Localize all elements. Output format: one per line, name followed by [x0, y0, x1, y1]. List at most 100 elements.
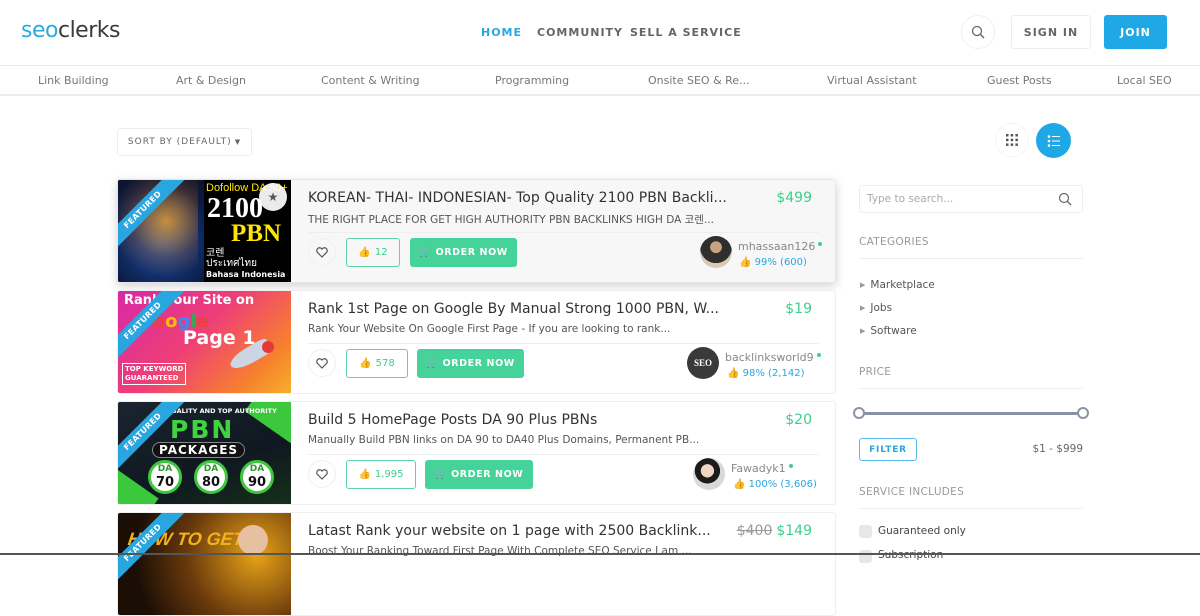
- filter-button[interactable]: FILTER: [859, 438, 917, 461]
- listing-title[interactable]: Latast Rank your website on 1 page with …: [308, 523, 711, 539]
- seller-name[interactable]: backlinksworld9: [725, 351, 821, 364]
- category-art-design[interactable]: Art & Design: [176, 74, 246, 87]
- listing-card[interactable]: Dofollow DA 50+ 2100 PBN 코렌 ประเทศไทย Ba…: [117, 179, 836, 283]
- sidebar-category-software[interactable]: ▶ Software: [860, 325, 917, 337]
- listing-card[interactable]: Rank Your Site on Google Page 1 TOP KEYW…: [117, 290, 836, 394]
- seller-rating: 👍 98% (2,142): [727, 368, 805, 379]
- thumbs-up-icon: 👍: [727, 368, 740, 379]
- order-now-button[interactable]: 🛒 ORDER NOW: [425, 460, 533, 489]
- sign-in-button[interactable]: SIGN IN: [1011, 15, 1091, 49]
- listing-title[interactable]: Rank 1st Page on Google By Manual Strong…: [308, 301, 719, 317]
- seller-avatar[interactable]: [700, 236, 732, 268]
- service-includes-heading: SERVICE INCLUDES: [859, 486, 965, 498]
- order-now-label: ORDER NOW: [451, 469, 524, 480]
- online-indicator: [788, 464, 793, 468]
- seller-rating: 👍 100% (3,606): [733, 479, 817, 490]
- join-button[interactable]: JOIN: [1104, 15, 1167, 49]
- listing-description: Manually Build PBN links on DA 90 to DA4…: [308, 434, 700, 446]
- logo[interactable]: seoclerks: [21, 18, 120, 43]
- price-range-text: $1 - $999: [1032, 443, 1083, 455]
- thumbs-up-icon: 👍: [359, 358, 372, 369]
- listing-title[interactable]: KOREAN- THAI- INDONESIAN- Top Quality 21…: [308, 190, 727, 206]
- divider: [859, 388, 1083, 389]
- thumbs-up-icon: 👍: [739, 257, 752, 268]
- guaranteed-only-checkbox[interactable]: [859, 525, 872, 538]
- thumb-text: PBN: [170, 415, 235, 444]
- site-header: seoclerks HOME COMMUNITY SELL A SERVICE …: [0, 0, 1200, 64]
- categories-heading: CATEGORIES: [859, 236, 929, 248]
- listing-title[interactable]: Build 5 HomePage Posts DA 90 Plus PBNs: [308, 412, 597, 428]
- thumb-text: Rank Your Site on: [124, 293, 255, 308]
- thumbs-up-icon: 👍: [358, 247, 371, 258]
- listing-thumbnail[interactable]: Rank Your Site on Google Page 1 TOP KEYW…: [118, 291, 291, 393]
- grid-view-button[interactable]: [995, 123, 1029, 157]
- seller-name[interactable]: mhassaan126: [738, 240, 823, 253]
- logo-clerks: clerks: [57, 18, 121, 43]
- thumbs-up-icon: 👍: [733, 479, 746, 490]
- favorite-button[interactable]: [308, 238, 336, 266]
- favorite-button[interactable]: [308, 460, 336, 488]
- order-now-button[interactable]: 🛒 ORDER NOW: [417, 349, 524, 378]
- seller-avatar[interactable]: [693, 458, 725, 490]
- price-slider-min-handle[interactable]: [853, 407, 865, 419]
- guaranteed-only-label[interactable]: Guaranteed only: [878, 525, 966, 537]
- nav-community[interactable]: COMMUNITY: [537, 26, 623, 39]
- favorite-star-button[interactable]: ★: [259, 183, 287, 211]
- chevron-right-icon: ▶: [860, 327, 866, 335]
- listing-card[interactable]: QUALITY AND TOP AUTHORITY PBN PACKAGES D…: [117, 401, 836, 505]
- listing-card[interactable]: HOW TO GET FEATURED Latast Rank your web…: [117, 512, 836, 616]
- sort-dropdown[interactable]: SORT BY (DEFAULT) ▼: [117, 128, 252, 156]
- likes-count: 1,995: [374, 469, 404, 480]
- nav-home[interactable]: HOME: [481, 26, 522, 39]
- price-slider-track[interactable]: [859, 412, 1083, 415]
- order-now-label: ORDER NOW: [435, 247, 508, 258]
- header-search-button[interactable]: [961, 15, 995, 49]
- category-virtual-assistant[interactable]: Virtual Assistant: [827, 74, 917, 87]
- category-guest-posts[interactable]: Guest Posts: [987, 74, 1052, 87]
- heart-icon: [316, 357, 328, 369]
- likes-button[interactable]: 👍 12: [346, 238, 400, 267]
- sidebar-category-marketplace[interactable]: ▶ Marketplace: [860, 279, 935, 291]
- subscription-label[interactable]: Subscription: [878, 549, 943, 561]
- listing-thumbnail[interactable]: Dofollow DA 50+ 2100 PBN 코렌 ประเทศไทย Ba…: [118, 180, 291, 282]
- subscription-checkbox[interactable]: [859, 550, 872, 563]
- listing-price: $19: [785, 301, 812, 317]
- online-indicator: [816, 353, 821, 357]
- sidebar-search: [859, 185, 1083, 213]
- search-icon: [971, 25, 985, 39]
- likes-button[interactable]: 👍 1,995: [346, 460, 416, 489]
- listing-thumbnail[interactable]: HOW TO GET FEATURED: [118, 513, 291, 615]
- rocket-tip: [262, 341, 274, 353]
- list-icon: [1047, 134, 1060, 147]
- category-content-writing[interactable]: Content & Writing: [321, 74, 420, 87]
- category-programming[interactable]: Programming: [495, 74, 569, 87]
- category-local-seo[interactable]: Local SEO: [1117, 74, 1172, 87]
- grid-icon: [1006, 134, 1018, 146]
- order-now-label: ORDER NOW: [442, 358, 515, 369]
- search-icon[interactable]: [1058, 192, 1072, 206]
- nav-sell-a-service[interactable]: SELL A SERVICE: [630, 26, 742, 39]
- sort-label: SORT BY (DEFAULT): [127, 137, 232, 147]
- category-bar: Link Building Art & Design Content & Wri…: [0, 65, 1200, 96]
- listing-description: Boost Your Ranking Toward First Page Wit…: [308, 545, 692, 557]
- sidebar-search-input[interactable]: [860, 186, 1050, 212]
- category-onsite-seo[interactable]: Onsite SEO & Re...: [648, 74, 750, 87]
- divider: [308, 232, 819, 233]
- sale-price: $149: [776, 523, 812, 539]
- likes-button[interactable]: 👍 578: [346, 349, 408, 378]
- order-now-button[interactable]: 🛒 ORDER NOW: [410, 238, 517, 267]
- thumb-badge: TOP KEYWORD GUARANTEED: [122, 363, 187, 385]
- category-link-building[interactable]: Link Building: [38, 74, 109, 87]
- divider: [859, 258, 1083, 259]
- divider: [308, 343, 819, 344]
- listing-thumbnail[interactable]: QUALITY AND TOP AUTHORITY PBN PACKAGES D…: [118, 402, 291, 504]
- da-badge: DA 70: [148, 460, 182, 494]
- list-view-button[interactable]: [1036, 123, 1071, 158]
- price-slider-max-handle[interactable]: [1077, 407, 1089, 419]
- favorite-button[interactable]: [308, 349, 336, 377]
- sidebar-category-jobs[interactable]: ▶ Jobs: [860, 302, 892, 314]
- divider: [859, 508, 1083, 509]
- seller-avatar[interactable]: SEO: [687, 347, 719, 379]
- seller-name[interactable]: Fawadyk1: [731, 462, 793, 475]
- cart-icon: 🛒: [434, 469, 448, 480]
